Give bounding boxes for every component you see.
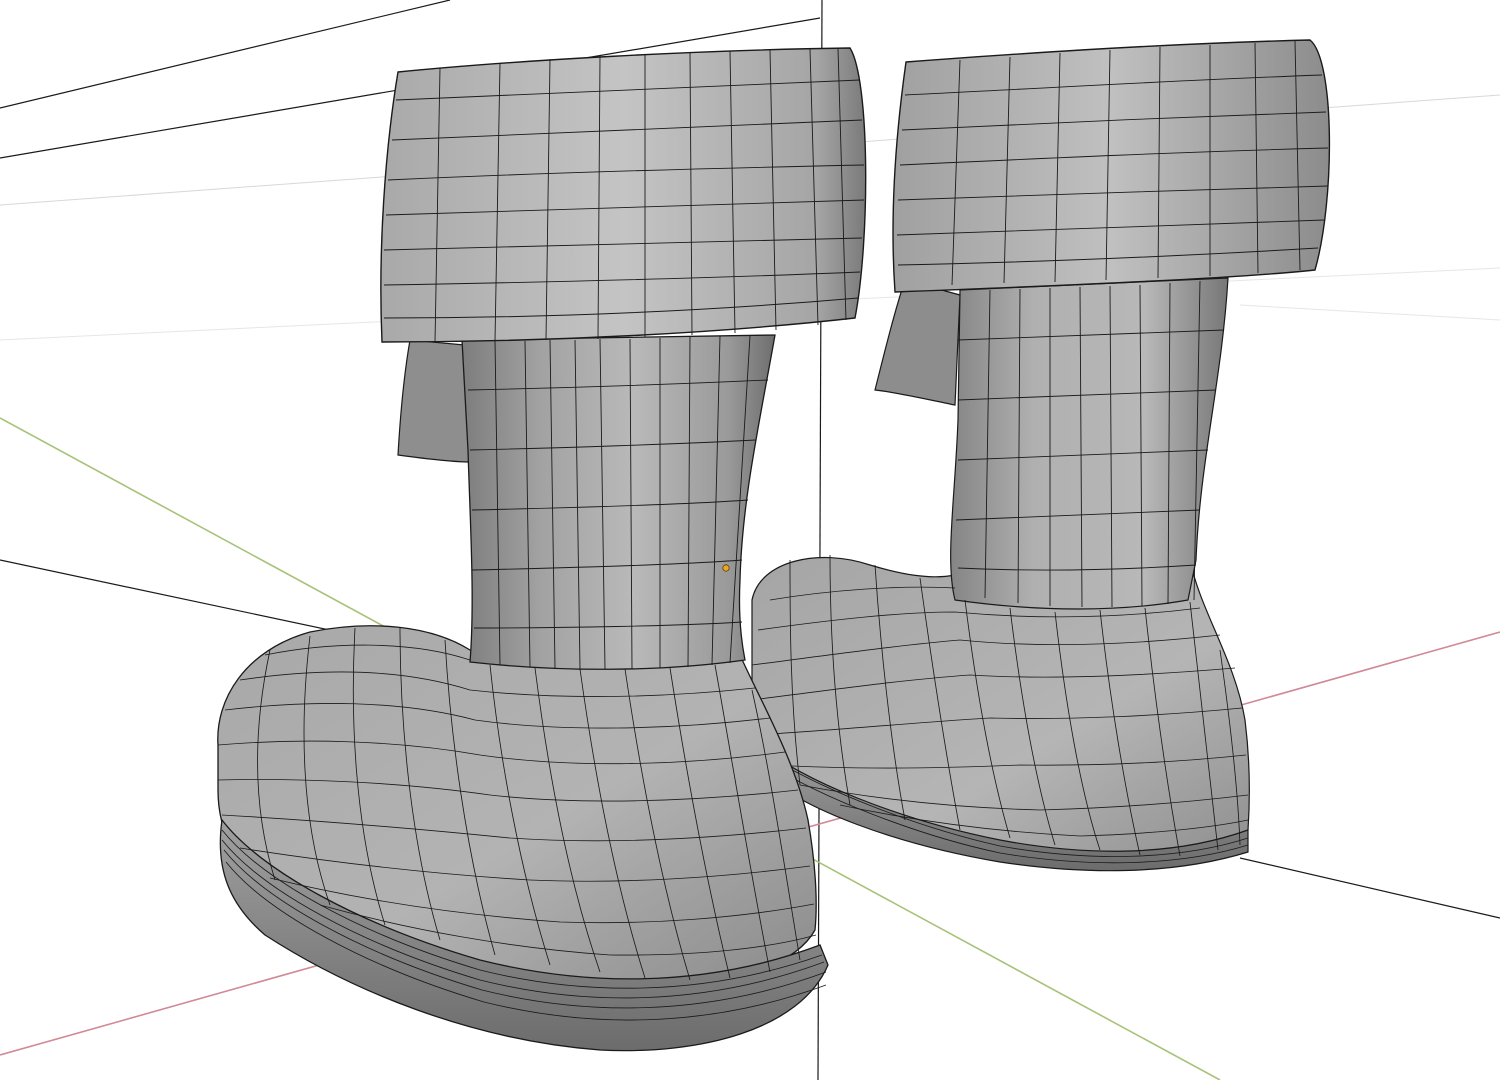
boot-left[interactable]: [217, 47, 867, 1052]
viewport-canvas[interactable]: [0, 0, 1500, 1080]
boot-left-shaft[interactable]: [461, 334, 776, 670]
origin-dot-icon[interactable]: [722, 564, 730, 572]
3d-viewport[interactable]: [0, 0, 1500, 1080]
boot-right-cuff[interactable]: [892, 39, 1331, 293]
boot-left-cuff[interactable]: [380, 47, 867, 343]
boot-right-flap: [874, 279, 961, 406]
boot-right-shaft[interactable]: [950, 277, 1229, 610]
boot-left-flap: [397, 339, 471, 463]
